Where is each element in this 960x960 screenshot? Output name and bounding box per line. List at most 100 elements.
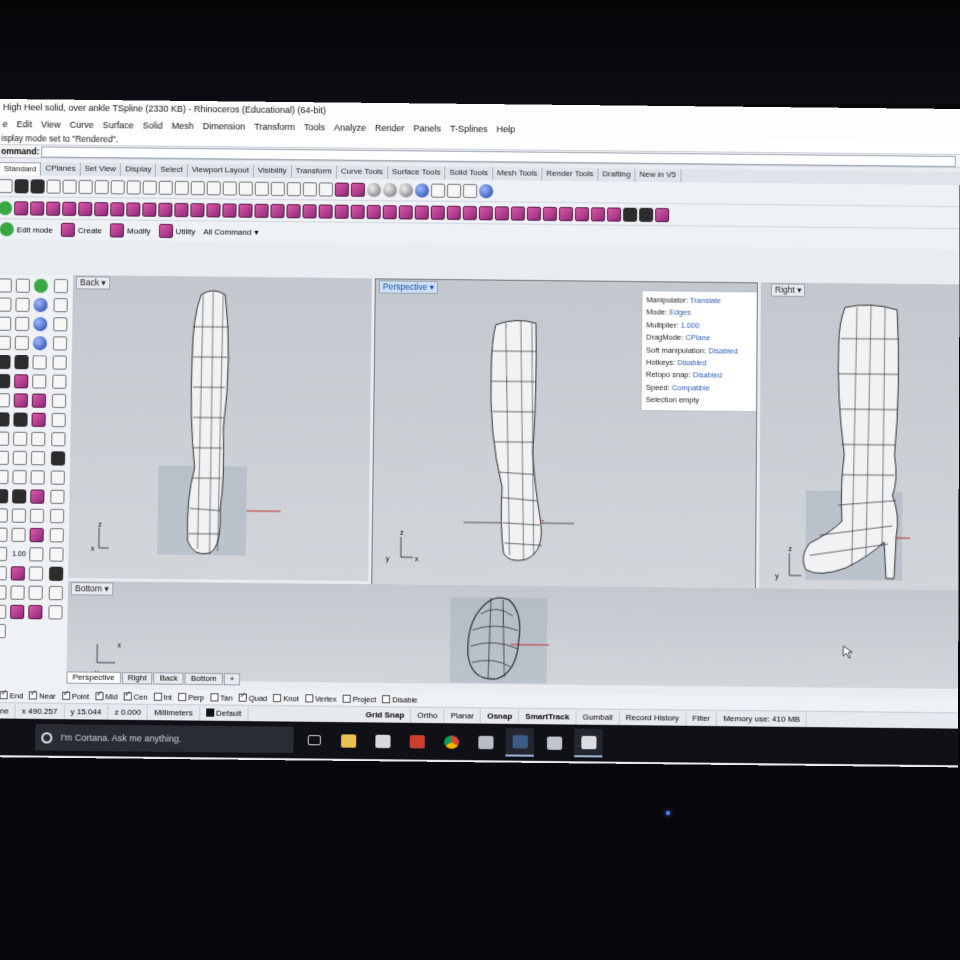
group-tool-icon[interactable] [12,470,27,485]
materials-icon[interactable] [414,182,430,198]
planar-toggle[interactable]: Planar [444,708,482,724]
osnap-cen[interactable]: Cen [123,692,148,701]
fillet-tool-icon[interactable] [52,355,67,370]
named-views-icon[interactable] [238,181,253,196]
curve-edit-tool-icon[interactable] [52,336,68,351]
osnap-knot[interactable]: Knot [273,693,299,703]
ts-sphere-icon[interactable] [30,200,45,216]
mesh-pink-tool-icon[interactable] [31,393,47,408]
pan-hand-icon[interactable] [126,179,141,195]
dot-tool-icon[interactable] [50,489,65,504]
ts-loft-icon[interactable] [126,201,141,217]
ts-bridge-icon[interactable] [270,203,285,218]
split-tool-icon[interactable] [0,412,10,427]
ts-symmetry-icon[interactable] [430,205,445,220]
wireframe-icon[interactable] [350,182,366,197]
osnap-mid[interactable]: Mid [95,692,118,701]
options-gear-icon[interactable] [446,183,462,198]
text-tool-icon[interactable] [0,450,9,465]
explode-tool-icon[interactable] [0,469,9,485]
all-command-button[interactable]: All Command ▾ [203,227,258,237]
polyline-tool-icon[interactable] [0,297,12,312]
solid-box-tool-icon[interactable] [0,373,11,389]
tab-transform[interactable]: Transform [291,165,337,179]
help-icon[interactable] [479,183,494,198]
ts-thicken-icon[interactable] [446,205,461,220]
network-tool-icon[interactable] [14,355,29,370]
trim-tool-icon[interactable] [51,393,67,409]
viewport-back[interactable]: Back ▾ z x [68,275,372,582]
tsplines-power-tool-icon[interactable] [33,278,49,293]
match-tool-icon[interactable] [0,585,7,600]
circle-tool-icon[interactable] [0,316,12,331]
flow-tool-icon[interactable] [0,527,8,542]
ts-select-icon[interactable] [542,206,558,221]
osnap-point[interactable]: Point [61,691,89,701]
osnap-icon[interactable] [286,181,301,196]
utility-button[interactable]: Utility [158,223,196,239]
tab-display[interactable]: Display [120,163,157,177]
ts-skin-icon[interactable] [206,202,221,217]
boolean-tool-icon[interactable] [52,374,67,389]
freeform-tool-icon[interactable] [14,335,29,351]
tsplines-toggle-icon[interactable] [0,200,13,215]
grid-tool-icon[interactable] [33,297,48,313]
rectangle-tool-icon[interactable] [53,317,68,332]
gumball-toggle[interactable]: Gumball [576,709,620,725]
join-tool-icon[interactable] [13,412,28,427]
menu-file[interactable]: e [2,116,8,132]
copy-tool-icon[interactable] [0,508,8,523]
store-button[interactable] [368,726,397,755]
layer-tool-icon[interactable] [30,470,45,485]
array-tool-icon[interactable] [51,412,66,428]
tspline-tool-icon[interactable] [30,489,45,504]
ts-insert-edge-icon[interactable] [350,204,365,219]
tspline-face-tool-icon[interactable] [28,604,43,620]
import-icon[interactable] [46,179,61,194]
ts-network-icon[interactable] [222,202,237,218]
fillet-edge-tool-icon[interactable] [48,585,63,601]
ts-unweld-icon[interactable] [302,203,317,218]
ts-delete-icon[interactable] [382,204,397,219]
ts-box-icon[interactable] [14,200,29,215]
move-tool-icon[interactable] [51,432,66,447]
ts-fill-icon[interactable] [238,203,253,218]
smarttrack-toggle[interactable]: SmartTrack [519,709,577,725]
ts-mirror-icon[interactable] [414,204,429,220]
ts-revolve-icon[interactable] [174,202,189,217]
tab-visibility[interactable]: Visibility [253,164,292,179]
modify-button[interactable]: Modify [109,223,151,238]
units[interactable]: Millimeters [148,705,200,721]
ts-convert-icon[interactable] [494,205,509,220]
zoom-selected-icon[interactable] [206,180,221,195]
zoom-icon[interactable] [158,180,173,195]
osnap-perp[interactable]: Perp [178,692,204,702]
tab-solid-tools[interactable]: Solid Tools [445,166,494,181]
vp-tab-right[interactable]: Right [121,671,153,685]
shell-tool-icon[interactable] [28,585,43,601]
ts-settings-gear-icon[interactable] [655,207,670,222]
menu-render[interactable]: Render [375,120,405,136]
ts-insert-point-icon[interactable] [366,204,381,219]
menu-tsplines[interactable]: T-Splines [450,121,488,137]
viewport-right[interactable]: Right ▾ z y [758,282,960,594]
select-tool-icon[interactable] [0,278,12,293]
osnap-int[interactable]: Int [153,692,172,702]
menu-help[interactable]: Help [496,121,516,137]
ts-loop-icon[interactable] [574,206,590,221]
vp-tab-perspective[interactable]: Perspective [66,671,121,685]
render-icon[interactable] [398,182,414,197]
orient-tool-icon[interactable] [49,508,65,524]
ts-repair-icon[interactable] [510,205,526,221]
rendered-icon[interactable] [382,182,398,197]
move-icon[interactable] [142,180,157,195]
cage-tool-icon[interactable] [29,527,44,543]
zoom-window-icon[interactable] [174,180,189,195]
loft-tool-icon[interactable] [28,566,44,581]
patch-tool-icon[interactable] [10,566,26,581]
tab-curve-tools[interactable]: Curve Tools [336,165,389,180]
tspline-box-tool-icon[interactable] [10,604,25,620]
cad-app-button[interactable] [574,728,603,758]
ts-cylinder-icon[interactable] [46,201,61,216]
copy-icon[interactable] [78,179,93,194]
